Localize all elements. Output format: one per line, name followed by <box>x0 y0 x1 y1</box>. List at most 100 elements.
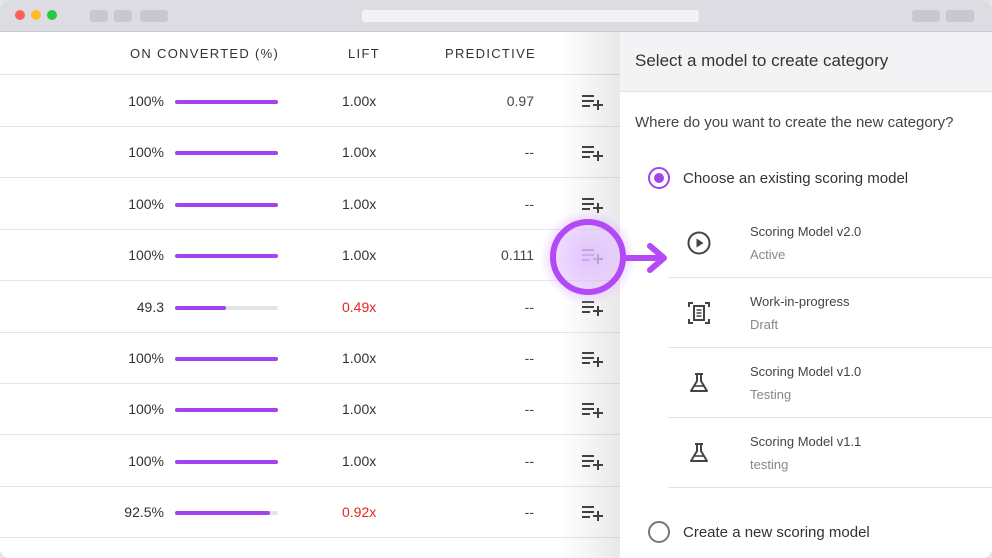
converted-bar-fill <box>175 254 278 259</box>
table-row: 100% 1.00x -- <box>0 333 620 384</box>
panel-title: Select a model to create category <box>635 51 889 70</box>
lift-value: 1.00x <box>342 452 377 469</box>
converted-bar <box>175 305 278 310</box>
table-row: 49.3 0.49x -- <box>0 282 620 333</box>
lift-value: 1.00x <box>342 144 377 161</box>
model-item-v1-1[interactable]: Scoring Model v1.1 testing <box>668 418 992 488</box>
add-to-list-icon[interactable] <box>580 193 604 215</box>
app-window: ON CONVERTED (%) LIFT PREDICTIVE 100% 1.0… <box>0 0 992 558</box>
maximize-window-button[interactable] <box>47 10 57 20</box>
converted-bar <box>175 254 278 259</box>
add-to-list-icon[interactable] <box>580 450 604 472</box>
add-to-list-icon[interactable] <box>580 244 604 266</box>
converted-bar-fill <box>175 459 278 464</box>
add-to-list-icon[interactable] <box>580 501 604 523</box>
add-to-list-icon[interactable] <box>580 141 604 163</box>
add-to-list-icon[interactable] <box>580 296 604 318</box>
model-item-wip[interactable]: Work-in-progress Draft <box>668 278 992 348</box>
converted-bar <box>175 408 278 413</box>
minimize-window-button[interactable] <box>31 10 41 20</box>
converted-bar-fill <box>175 357 278 361</box>
tabs-button[interactable] <box>946 10 974 22</box>
document-frame-icon <box>686 300 712 326</box>
header-lift[interactable]: LIFT <box>348 46 380 61</box>
table-row: 92.5% 0.92x -- <box>0 487 620 539</box>
model-status: Testing <box>750 387 792 402</box>
converted-bar <box>175 511 278 516</box>
converted-bar-fill <box>175 408 278 413</box>
model-status: testing <box>750 457 789 472</box>
table-row: 100% 1.00x -- <box>0 179 620 230</box>
flask-icon <box>686 370 712 396</box>
back-button[interactable] <box>90 10 108 22</box>
lift-value: 1.00x <box>342 350 377 366</box>
converted-bar-fill <box>175 151 278 156</box>
predictive-value: -- <box>524 504 534 521</box>
add-to-list-icon[interactable] <box>580 347 604 369</box>
new-model-label[interactable]: Create a new scoring model <box>683 524 870 541</box>
category-table: ON CONVERTED (%) LIFT PREDICTIVE 100% 1.0… <box>0 32 620 558</box>
add-to-list-icon[interactable] <box>580 398 604 420</box>
table-header: ON CONVERTED (%) LIFT PREDICTIVE <box>0 32 620 75</box>
converted-bar-fill <box>175 202 278 207</box>
predictive-value: -- <box>524 144 534 161</box>
model-name: Work-in-progress <box>750 294 850 309</box>
converted-bar-fill <box>175 305 226 310</box>
converted-bar <box>175 459 278 464</box>
model-name: Scoring Model v1.0 <box>750 364 862 379</box>
share-button[interactable] <box>912 10 940 22</box>
converted-pct: 100% <box>128 93 164 109</box>
table-row: 100% 1.00x -- <box>0 127 620 179</box>
browser-titlebar <box>0 0 992 32</box>
converted-bar <box>175 151 278 156</box>
existing-model-radio[interactable] <box>648 167 670 189</box>
predictive-value: -- <box>524 401 534 418</box>
close-window-button[interactable] <box>15 10 25 20</box>
model-item-v2-0[interactable]: Scoring Model v2.0 Active <box>668 208 992 278</box>
converted-pct: 92.5% <box>124 504 164 521</box>
sidebar-toggle-button[interactable] <box>140 10 168 22</box>
table-row: 100% 1.00x 0.111 <box>0 230 620 282</box>
lift-value: 1.00x <box>342 247 377 264</box>
address-bar[interactable] <box>362 10 699 22</box>
panel-header: Select a model to create category <box>620 32 992 92</box>
lift-value: 0.92x <box>342 504 377 521</box>
forward-button[interactable] <box>114 10 132 22</box>
converted-pct: 100% <box>128 247 164 264</box>
flask-icon <box>686 440 712 466</box>
model-item-v1-0[interactable]: Scoring Model v1.0 Testing <box>668 348 992 418</box>
converted-pct: 100% <box>128 350 164 366</box>
table-row: 100% 1.00x -- <box>0 384 620 436</box>
predictive-value: -- <box>524 195 534 212</box>
converted-pct: 49.3 <box>136 298 164 315</box>
converted-pct: 100% <box>128 401 164 418</box>
lift-value: 0.49x <box>342 298 377 315</box>
converted-pct: 100% <box>128 195 164 212</box>
model-status: Draft <box>750 317 779 332</box>
converted-pct: 100% <box>128 452 164 469</box>
create-category-panel: Select a model to create category Where … <box>620 32 992 558</box>
table-row: 100% 1.00x -- <box>0 436 620 487</box>
header-converted[interactable]: ON CONVERTED (%) <box>130 46 279 61</box>
model-name: Scoring Model v2.0 <box>750 224 862 239</box>
new-model-radio[interactable] <box>648 521 670 543</box>
table-row: 100% 1.00x 0.97 <box>0 76 620 127</box>
location-question: Where do you want to create the new cate… <box>635 114 954 131</box>
predictive-value: -- <box>524 452 534 469</box>
lift-value: 1.00x <box>342 401 377 418</box>
add-to-list-icon[interactable] <box>580 90 604 112</box>
predictive-value: -- <box>524 350 534 366</box>
converted-bar-fill <box>175 100 278 104</box>
converted-bar <box>175 100 278 104</box>
header-predictive[interactable]: PREDICTIVE <box>445 46 536 61</box>
lift-value: 1.00x <box>342 195 377 212</box>
model-name: Scoring Model v1.1 <box>750 434 862 449</box>
predictive-value: -- <box>524 298 534 315</box>
predictive-value: 0.111 <box>501 247 534 264</box>
play-circle-icon <box>686 230 712 256</box>
lift-value: 1.00x <box>342 93 377 109</box>
existing-model-label[interactable]: Choose an existing scoring model <box>683 170 908 187</box>
converted-bar <box>175 202 278 207</box>
converted-pct: 100% <box>128 144 164 161</box>
model-status: Active <box>750 247 786 262</box>
